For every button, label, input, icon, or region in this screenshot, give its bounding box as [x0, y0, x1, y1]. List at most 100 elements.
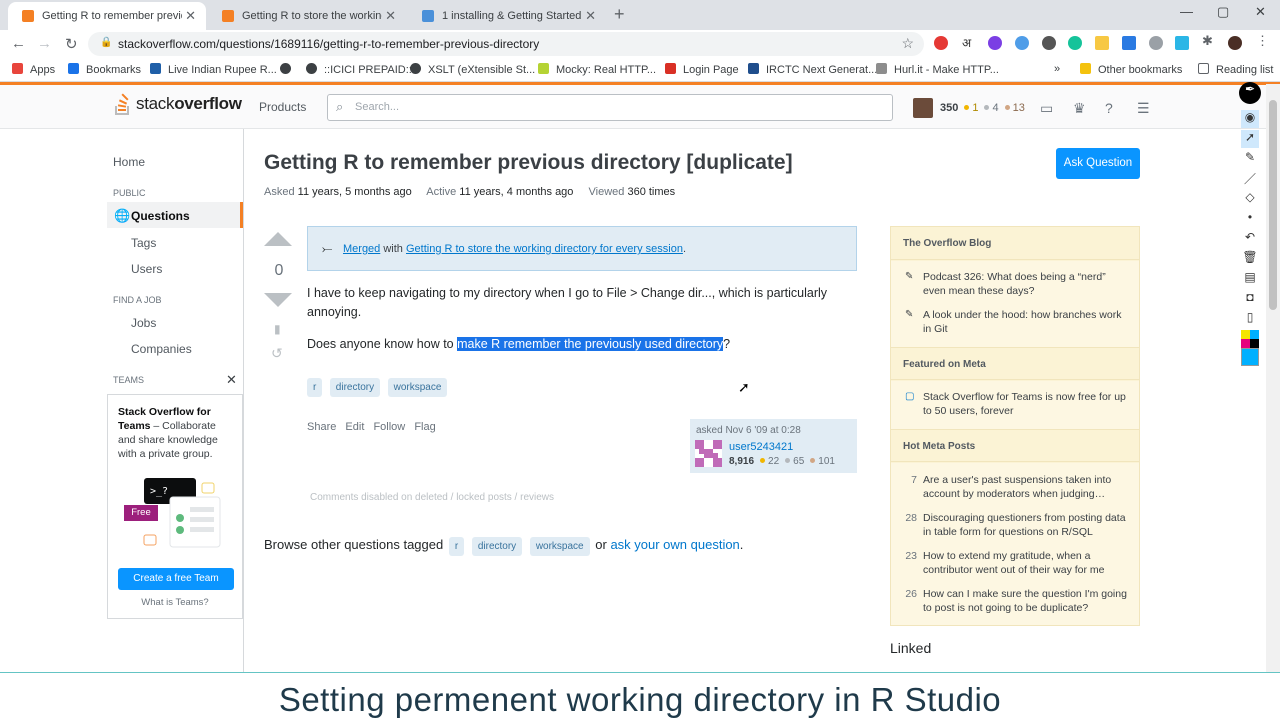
hot-meta-item[interactable]: How to extend my gratitude, when a contr… — [923, 549, 1131, 577]
bookmarks-overflow-chevron[interactable]: » — [1054, 63, 1060, 75]
hot-meta-item[interactable]: How can I make sure the question I'm goi… — [923, 587, 1131, 615]
extension-icon[interactable] — [1095, 36, 1109, 50]
site-switcher-icon[interactable]: ☰ — [1137, 100, 1150, 117]
browser-tab[interactable]: Getting R to store the working di ✕ — [208, 2, 406, 30]
search-input[interactable]: ⌕ Search... — [327, 94, 893, 121]
tag-r[interactable]: r — [307, 378, 323, 397]
browser-tab-active[interactable]: Getting R to remember previous ✕ — [8, 2, 206, 30]
nav-tags[interactable]: Tags — [131, 236, 156, 250]
tag-directory[interactable]: directory — [329, 378, 381, 397]
bookmark-hurl[interactable]: Hurl.it - Make HTTP... — [876, 63, 999, 76]
puzzle-icon[interactable]: ✱ — [1202, 33, 1216, 48]
color-cyan-swatch[interactable] — [1250, 330, 1259, 339]
share-link[interactable]: Share — [307, 421, 336, 433]
reload-icon[interactable]: ↻ — [65, 35, 78, 53]
selected-text[interactable]: make R remember the previously used dire… — [457, 337, 724, 351]
bookmark-reading-list[interactable]: Reading list — [1198, 63, 1273, 76]
history-icon[interactable]: ↺ — [271, 345, 283, 362]
downvote-arrow-icon[interactable] — [264, 293, 292, 307]
trash-icon[interactable]: 🗑 — [1241, 250, 1259, 268]
user-identicon-avatar[interactable] — [695, 440, 722, 467]
extension-icon[interactable] — [1068, 36, 1082, 50]
bookmark-star-icon[interactable]: ☆ — [901, 35, 914, 52]
user-avatar[interactable] — [913, 98, 933, 118]
extension-icon[interactable] — [1149, 36, 1163, 50]
merged-link[interactable]: Merged — [343, 243, 380, 255]
nav-home[interactable]: Home — [113, 155, 145, 169]
blog-item[interactable]: A look under the hood: how branches work… — [923, 308, 1131, 336]
what-is-teams-link[interactable]: What is Teams? — [108, 597, 242, 608]
camera-icon[interactable]: ◘ — [1241, 290, 1259, 308]
tab-close-icon[interactable]: ✕ — [385, 8, 396, 24]
clipboard-icon[interactable]: ▯ — [1241, 310, 1259, 328]
tag-workspace[interactable]: workspace — [387, 378, 448, 397]
edit-link[interactable]: Edit — [345, 421, 364, 433]
close-icon[interactable]: ✕ — [226, 372, 237, 388]
bookmark-globe[interactable] — [280, 63, 298, 76]
extension-icon[interactable] — [1015, 36, 1029, 50]
tag-directory[interactable]: directory — [471, 537, 523, 556]
ask-own-question-link[interactable]: ask your own question — [610, 537, 739, 552]
upvote-arrow-icon[interactable] — [264, 232, 292, 246]
chrome-menu-icon[interactable]: ⋮ — [1256, 33, 1270, 48]
nav-companies[interactable]: Companies — [131, 342, 192, 356]
bookmark-login[interactable]: Login Page — [665, 63, 739, 76]
bookmark-apps[interactable]: Apps — [12, 63, 55, 76]
merged-target-link[interactable]: Getting R to store the working directory… — [406, 243, 683, 255]
maximize-icon[interactable]: ▢ — [1217, 4, 1229, 20]
color-black-swatch[interactable] — [1250, 339, 1259, 348]
user-name-link[interactable]: user5243421 — [729, 441, 793, 453]
url-input[interactable]: 🔒 stackoverflow.com/questions/1689116/ge… — [88, 32, 924, 56]
minimize-icon[interactable]: — — [1180, 4, 1193, 19]
back-icon[interactable]: ← — [11, 35, 26, 52]
dot-tool-icon[interactable]: • — [1241, 210, 1259, 228]
screen-tool-icon[interactable]: ▤ — [1241, 270, 1259, 288]
bookmark-bookmarks[interactable]: Bookmarks — [68, 63, 141, 76]
tag-workspace[interactable]: workspace — [529, 537, 590, 556]
extension-icon[interactable] — [1122, 36, 1136, 50]
page-scrollbar[interactable] — [1266, 84, 1280, 672]
products-menu[interactable]: Products — [259, 100, 306, 114]
flag-link[interactable]: Flag — [414, 421, 435, 433]
scrollbar-thumb[interactable] — [1269, 100, 1277, 310]
bookmark-other[interactable]: Other bookmarks — [1080, 63, 1182, 76]
create-team-button[interactable]: Create a free Team — [118, 568, 234, 590]
blog-item[interactable]: Podcast 326: What does being a “nerd” ev… — [923, 270, 1131, 298]
bookmark-mocky[interactable]: Mocky: Real HTTP... — [538, 63, 656, 76]
extension-icon[interactable] — [1042, 36, 1056, 50]
stackoverflow-logo-icon[interactable] — [114, 92, 132, 116]
question-title[interactable]: Getting R to remember previous directory… — [264, 151, 793, 175]
color-magenta-swatch[interactable] — [1241, 339, 1250, 348]
extension-icon[interactable] — [934, 36, 948, 50]
undo-icon[interactable]: ↶ — [1241, 230, 1259, 248]
eye-icon[interactable]: ◉ — [1241, 110, 1259, 128]
highlighter-icon[interactable]: ✎ — [1241, 150, 1259, 168]
nav-jobs[interactable]: Jobs — [131, 316, 156, 330]
current-color-swatch[interactable] — [1241, 348, 1259, 366]
bookmark-icici[interactable]: ::ICICI PREPAID:: — [306, 63, 412, 76]
extension-hindi-icon[interactable]: अ — [962, 34, 976, 50]
hot-meta-item[interactable]: Discouraging questioners from posting da… — [923, 511, 1131, 539]
extension-icon[interactable] — [988, 36, 1002, 50]
bookmark-rupee[interactable]: Live Indian Rupee R... — [150, 63, 277, 76]
eraser-icon[interactable]: ◇ — [1241, 190, 1259, 208]
window-close-icon[interactable]: ✕ — [1255, 4, 1266, 20]
user-reputation[interactable]: 350 1 4 13 — [940, 102, 1025, 114]
new-tab-icon[interactable]: + — [614, 4, 625, 25]
tab-close-icon[interactable]: ✕ — [585, 8, 596, 24]
help-icon[interactable]: ? — [1105, 100, 1113, 116]
color-yellow-swatch[interactable] — [1241, 330, 1250, 339]
stackoverflow-logo[interactable]: stackoverflow — [136, 94, 242, 114]
bookmark-icon[interactable]: ▮ — [274, 322, 281, 336]
meta-item[interactable]: Stack Overflow for Teams is now free for… — [923, 390, 1131, 418]
cursor-tool-icon[interactable]: ➚ — [1241, 130, 1259, 148]
bookmark-xslt[interactable]: XSLT (eXtensible St... — [410, 63, 535, 76]
pen-logo-icon[interactable]: ✒ — [1239, 82, 1261, 104]
ask-question-button[interactable]: Ask Question — [1056, 148, 1140, 179]
profile-avatar[interactable] — [1228, 36, 1242, 50]
extension-icon[interactable] — [1175, 36, 1189, 50]
tab-close-icon[interactable]: ✕ — [185, 8, 196, 24]
nav-questions[interactable]: 🌐 Questions — [107, 202, 243, 228]
inbox-icon[interactable]: ▭ — [1040, 100, 1053, 117]
browser-tab[interactable]: 1 installing & Getting Started wit ✕ — [408, 2, 606, 30]
